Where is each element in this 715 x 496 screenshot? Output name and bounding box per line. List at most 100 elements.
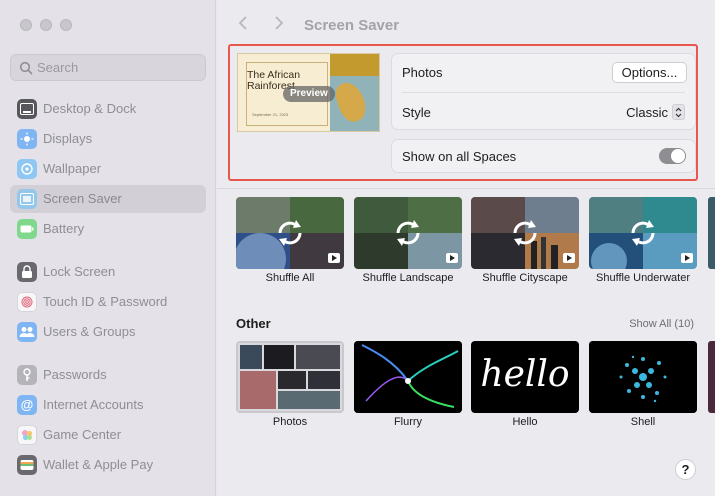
flurry-saver-thumbnail[interactable] [354,341,462,413]
sidebar-item-displays[interactable]: Displays [10,125,206,153]
key-icon [17,365,37,385]
shuffle-cityscape-thumbnail[interactable] [471,197,579,269]
sidebar-item-label: Users & Groups [43,324,136,339]
sidebar-item-desktop-dock[interactable]: Desktop & Dock [10,95,206,123]
game-center-icon [17,425,37,445]
lock-icon [17,262,37,282]
preview-badge[interactable]: Preview [283,86,335,102]
row-divider [402,92,685,93]
flurry-saver-label: Flurry [393,416,423,428]
flurry-saver-art [354,341,462,413]
battery-icon [17,219,37,239]
video-badge-icon [681,253,693,263]
wallet-icon [17,455,37,475]
shuffle-icon [513,220,537,246]
sidebar-item-label: Wallpaper [43,161,102,176]
hello-saver-thumbnail[interactable]: hello [471,341,579,413]
screen-saver-preview[interactable]: The African Rainforest September 21, 202… [237,53,380,132]
style-value: Classic [626,104,668,120]
sidebar: Desktop & Dock Displays Wallpaper Screen… [0,0,216,496]
video-badge-icon [563,253,575,263]
separator [217,188,715,189]
search-icon [19,61,33,75]
spaces-settings-group: Show on all Spaces [391,139,696,173]
photos-label: Photos [402,65,443,80]
style-settings-group: Photos Options... Style Classic [391,53,696,130]
users-icon [17,322,37,342]
shuffle-all-thumbnail[interactable] [236,197,344,269]
displays-icon [17,129,37,149]
desktop-dock-icon [17,99,37,119]
main-content: Screen Saver The African Rainforest Sept… [217,0,715,496]
clipped-thumbnail[interactable] [708,341,715,413]
sidebar-item-passwords[interactable]: Passwords [10,361,206,389]
help-button[interactable]: ? [675,459,696,480]
shell-saver-art [589,341,697,413]
up-down-chevron-icon [672,104,685,120]
sidebar-item-label: Desktop & Dock [43,101,137,116]
sidebar-item-label: Internet Accounts [43,397,144,412]
system-settings-window: Desktop & Dock Displays Wallpaper Screen… [0,0,715,496]
page-title: Screen Saver [304,17,400,34]
sidebar-item-label: Screen Saver [43,191,122,206]
shuffle-icon [396,220,420,246]
other-section-title: Other [236,316,271,331]
sidebar-item-screen-saver[interactable]: Screen Saver [10,185,206,213]
photos-saver-label: Photos [272,416,308,428]
sidebar-item-label: Lock Screen [43,264,116,279]
zoom-window-button[interactable] [60,19,72,31]
shell-saver-thumbnail[interactable] [589,341,697,413]
sidebar-item-wallet[interactable]: Wallet & Apple Pay [10,451,206,479]
back-button[interactable] [233,14,253,36]
preview-gold-panel [330,54,379,76]
photos-saver-thumbnail[interactable] [236,341,344,413]
shuffle-landscape-thumbnail[interactable] [354,197,462,269]
sidebar-item-battery[interactable]: Battery [10,215,206,243]
sidebar-item-lock-screen[interactable]: Lock Screen [10,258,206,286]
wallpaper-icon [17,159,37,179]
shuffle-all-label: Shuffle All [265,272,315,284]
shuffle-cityscape-label: Shuffle Cityscape [482,272,568,284]
sidebar-item-label: Displays [43,131,93,146]
sidebar-item-touch-id[interactable]: Touch ID & Password [10,288,206,316]
screen-saver-icon [17,189,37,209]
shuffle-icon [631,220,655,246]
minimize-window-button[interactable] [40,19,52,31]
sidebar-item-label: Passwords [43,367,107,382]
shuffle-underwater-label: Shuffle Underwater [596,272,690,284]
show-on-all-spaces-label: Show on all Spaces [402,149,517,164]
shuffle-underwater-thumbnail[interactable] [589,197,697,269]
close-window-button[interactable] [20,19,32,31]
sidebar-item-label: Touch ID & Password [43,294,168,309]
show-all-link[interactable]: Show All (10) [629,318,694,330]
show-on-all-spaces-toggle[interactable] [659,148,686,164]
sidebar-item-game-center[interactable]: Game Center [10,421,206,449]
preview-date: September 21, 2023 [252,112,289,117]
search-field[interactable] [10,54,206,81]
sidebar-item-internet-accounts[interactable]: @ Internet Accounts [10,391,206,419]
sidebar-item-label: Game Center [43,427,122,442]
at-icon: @ [17,395,37,415]
search-input[interactable] [37,58,197,77]
forward-button[interactable] [269,14,289,36]
video-badge-icon [328,253,340,263]
highlighted-settings-panel: The African Rainforest September 21, 202… [228,44,698,181]
sidebar-item-wallpaper[interactable]: Wallpaper [10,155,206,183]
sidebar-item-label: Wallet & Apple Pay [43,457,154,472]
style-label: Style [402,105,431,120]
shuffle-landscape-label: Shuffle Landscape [362,272,454,284]
hello-art-text: hello [480,354,570,395]
chevron-right-icon [275,16,284,30]
hello-saver-label: Hello [512,416,538,428]
photos-saver-art [238,343,342,411]
shell-saver-label: Shell [630,416,656,428]
clipped-thumbnail[interactable] [708,197,715,269]
chevron-left-icon [238,16,247,30]
shuffle-icon [278,220,302,246]
style-select[interactable]: Classic [626,102,685,122]
video-badge-icon [446,253,458,263]
sidebar-item-users-groups[interactable]: Users & Groups [10,318,206,346]
toggle-knob [671,149,685,163]
options-button[interactable]: Options... [612,62,687,83]
sidebar-item-label: Battery [43,221,85,236]
